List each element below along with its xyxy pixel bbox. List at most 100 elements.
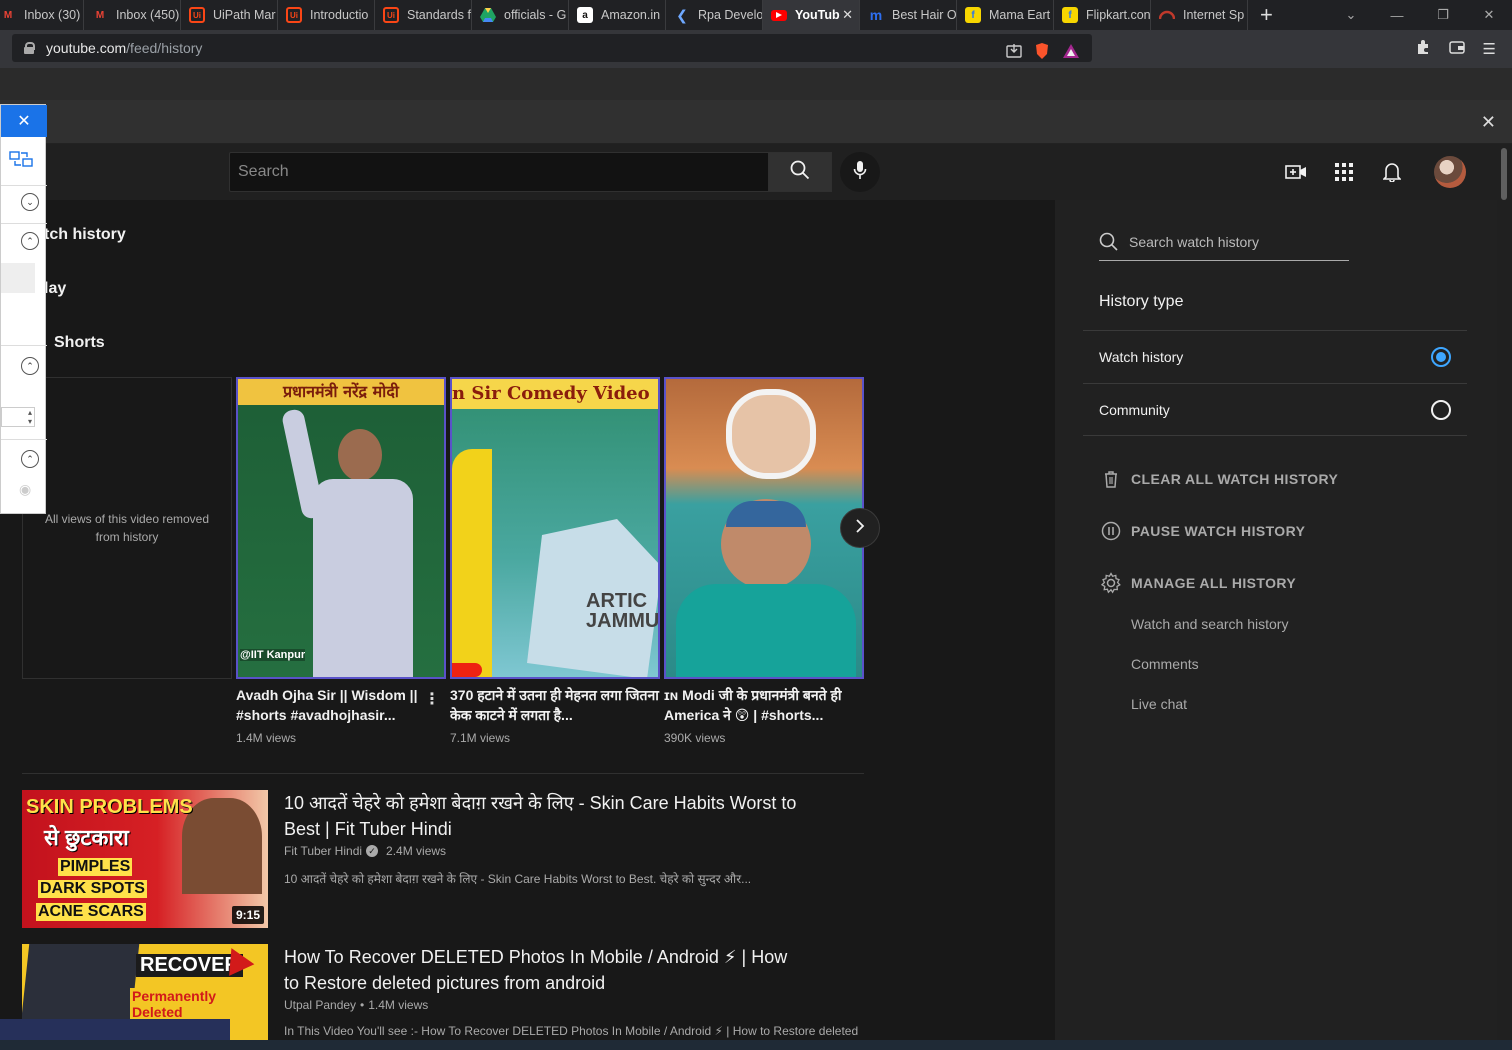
eye-icon[interactable]: ◉ <box>19 481 31 498</box>
short-item[interactable]: ɪɴ Modi जी के प्रधानमंत्री बनते ही Ameri… <box>664 377 864 745</box>
pause-history-button[interactable]: PAUSE WATCH HISTORY <box>1099 519 1305 543</box>
radio-label: Community <box>1099 401 1170 418</box>
section-header-today: lay <box>44 280 67 297</box>
link-live-chat[interactable]: Live chat <box>1131 696 1187 712</box>
header-actions <box>1284 160 1404 184</box>
history-feed: tch history lay Shorts All views of this… <box>0 200 1055 1040</box>
short-overlay-text: n Sir Comedy Video <box>452 379 658 409</box>
browser-content-gap <box>0 68 1512 100</box>
close-tab-icon[interactable]: ✕ <box>842 7 853 23</box>
overlay-field[interactable] <box>1 263 35 293</box>
tab-inbox-30[interactable]: M Inbox (30) <box>0 0 84 30</box>
close-icon[interactable]: ✕ <box>1 105 47 137</box>
create-video-icon[interactable] <box>1284 160 1308 184</box>
tab-internet-speed[interactable]: Internet Sp <box>1151 0 1248 30</box>
chevron-up-icon[interactable]: ⌃ <box>21 232 39 250</box>
short-thumbnail[interactable]: n Sir Comedy Video ARTIC JAMMU <box>450 377 660 679</box>
person-illustration <box>182 798 262 894</box>
address-bar[interactable]: youtube.com/feed/history <box>12 34 1092 62</box>
browser-toolbar-icons: ☰ <box>1415 30 1512 68</box>
chevron-up-icon[interactable]: ⌃ <box>21 450 39 468</box>
link-comments[interactable]: Comments <box>1131 656 1199 672</box>
link-watch-search-history[interactable]: Watch and search history <box>1131 616 1288 632</box>
video-item[interactable]: SKIN PROBLEMS से छुटकारा PIMPLES DARK SP… <box>22 790 864 930</box>
chevron-down-icon[interactable]: ⌄ <box>21 193 39 211</box>
manage-history-button[interactable]: MANAGE ALL HISTORY <box>1099 571 1296 595</box>
tab-officials[interactable]: officials - G <box>472 0 569 30</box>
search-input[interactable]: Search <box>229 152 769 192</box>
new-tab-button[interactable]: + <box>1260 2 1273 28</box>
video-thumbnail[interactable]: SKIN PROBLEMS से छुटकारा PIMPLES DARK SP… <box>22 790 268 928</box>
radio-selected-icon[interactable] <box>1431 347 1451 367</box>
microphone-icon <box>853 160 867 185</box>
radio-watch-history[interactable]: Watch history <box>1083 330 1467 383</box>
short-thumbnail[interactable]: प्रधानमंत्री नरेंद्र मोदी @IIT Kanpur <box>236 377 446 679</box>
uipath-icon: Ui <box>189 7 205 23</box>
short-title[interactable]: Avadh Ojha Sir || Wisdom || #shorts #ava… <box>236 685 446 725</box>
amazon-icon: a <box>577 7 593 23</box>
tab-best-hair-oil[interactable]: m Best Hair O <box>860 0 957 30</box>
tab-youtube[interactable]: YouTub ✕ <box>763 0 860 30</box>
lock-icon[interactable] <box>24 42 35 54</box>
channel-name[interactable]: Fit Tuber Hindi <box>284 844 362 858</box>
notifications-bell-icon[interactable] <box>1380 160 1404 184</box>
clear-all-history-button[interactable]: CLEAR ALL WATCH HISTORY <box>1099 467 1338 491</box>
brave-shields-icon[interactable] <box>1034 42 1050 63</box>
tab-rpa-developer[interactable]: ❮ Rpa Develo <box>666 0 763 30</box>
radio-community[interactable]: Community <box>1083 383 1467 436</box>
short-thumbnail[interactable] <box>664 377 864 679</box>
short-map-label: ARTIC JAMMU <box>586 591 660 631</box>
brave-rewards-icon[interactable] <box>1062 43 1080 62</box>
kodekloud-icon: ❮ <box>676 6 688 23</box>
short-views: 1.4M views <box>236 731 297 745</box>
gmail-icon: M <box>3 9 13 21</box>
short-title[interactable]: 370 हटाने में उतना ही मेहनत लगा जितना के… <box>450 685 660 725</box>
speedtest-icon <box>1159 7 1175 23</box>
wallet-icon[interactable] <box>1448 40 1465 58</box>
tab-uipath-marketplace[interactable]: Ui UiPath Mar <box>181 0 278 30</box>
tab-introduction[interactable]: Ui Introductio <box>278 0 375 30</box>
short-item[interactable]: n Sir Comedy Video ARTIC JAMMU 370 हटाने… <box>450 377 660 745</box>
short-item[interactable]: प्रधानमंत्री नरेंद्र मोदी @IIT Kanpur Av… <box>236 377 446 745</box>
youtube-header: Search <box>0 144 1497 200</box>
restore-icon[interactable]: ❐ <box>1420 0 1466 30</box>
install-app-icon[interactable] <box>1006 43 1022 62</box>
radio-unselected-icon[interactable] <box>1431 399 1451 420</box>
youtube-icon <box>771 9 787 21</box>
page-scrollbar[interactable] <box>1497 144 1512 1050</box>
tab-search-icon[interactable]: ⌄ <box>1328 0 1374 30</box>
tab-amazon[interactable]: a Amazon.in <box>569 0 666 30</box>
myntra-icon: m <box>869 7 883 23</box>
channel-name[interactable]: Utpal Pandey <box>284 998 356 1012</box>
chevron-up-icon[interactable]: ⌃ <box>21 357 39 375</box>
close-icon[interactable]: ✕ <box>1481 112 1496 133</box>
video-title[interactable]: How To Recover DELETED Photos In Mobile … <box>284 944 804 996</box>
tab-flipkart[interactable]: f Flipkart.con <box>1054 0 1151 30</box>
thumbnail-text: DARK SPOTS <box>38 880 147 898</box>
trash-icon <box>1099 467 1123 491</box>
number-stepper[interactable]: ▴ ▾ <box>1 407 35 427</box>
removed-short-placeholder: All views of this video removed from his… <box>22 377 232 679</box>
scrollbar-thumb[interactable] <box>1501 148 1507 200</box>
gmail-icon: M <box>95 9 105 21</box>
menu-icon[interactable]: ☰ <box>1483 40 1496 58</box>
shorts-next-button[interactable] <box>840 508 880 548</box>
more-options-icon[interactable]: ⋮ <box>424 689 440 709</box>
video-title[interactable]: 10 आदतें चेहरे को हमेशा बेदाग़ रखने के ल… <box>284 790 804 842</box>
tab-inbox-450[interactable]: M Inbox (450) <box>84 0 181 30</box>
channel-badge-icon <box>452 663 482 677</box>
sync-icon[interactable] <box>9 149 33 174</box>
tab-mama-earth[interactable]: f Mama Eart <box>957 0 1054 30</box>
extensions-icon[interactable] <box>1415 39 1431 59</box>
voice-search-button[interactable] <box>840 152 880 192</box>
tab-standards[interactable]: Ui Standards f <box>375 0 472 30</box>
short-title[interactable]: ɪɴ Modi जी के प्रधानमंत्री बनते ही Ameri… <box>664 685 864 725</box>
window-controls: ⌄ — ❐ ✕ <box>1328 0 1512 30</box>
search-button[interactable] <box>768 152 832 192</box>
avatar[interactable] <box>1434 156 1466 188</box>
search-history-input[interactable]: Search watch history <box>1099 224 1349 261</box>
minimize-icon[interactable]: — <box>1374 0 1420 30</box>
close-window-icon[interactable]: ✕ <box>1466 0 1512 30</box>
flipkart-icon: f <box>1062 7 1078 23</box>
apps-grid-icon[interactable] <box>1332 160 1356 184</box>
